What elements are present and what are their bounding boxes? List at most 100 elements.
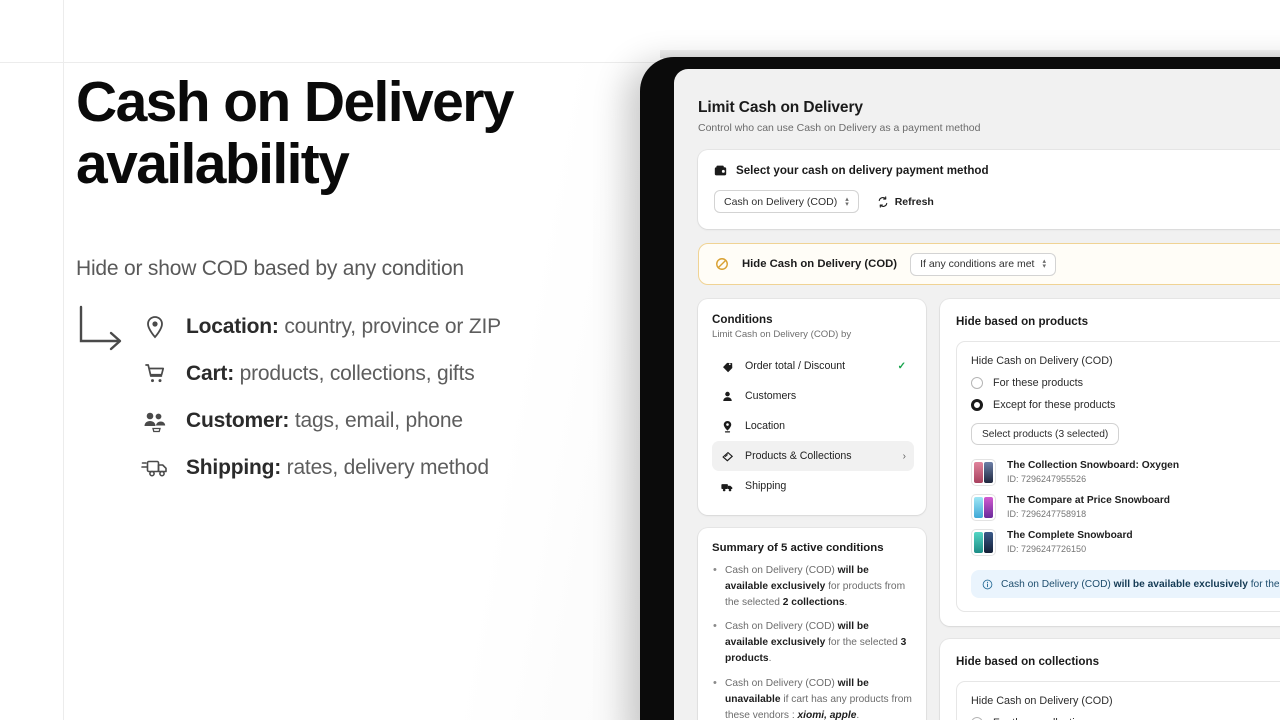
select-products-button[interactable]: Select products (3 selected) [971, 423, 1120, 445]
radio-label: For these products [993, 377, 1084, 389]
hero-subtitle: Hide or show COD based by any condition [76, 257, 464, 281]
marketing-panel: Cash on Delivery availability Hide or sh… [76, 70, 636, 491]
product-row: The Collection Snowboard: Oxygen ID: 729… [971, 455, 1280, 490]
collections-panel-header: Hide based on collections [956, 653, 1280, 669]
product-info: The Collection Snowboard: Oxygen ID: 729… [1007, 459, 1180, 484]
refresh-button[interactable]: Refresh [877, 196, 934, 208]
condition-label: Shipping [745, 480, 787, 492]
product-thumbnail [971, 459, 996, 486]
payment-method-card: Select your cash on delivery payment met… [698, 150, 1280, 229]
hide-cod-banner: Hide Cash on Delivery (COD) If any condi… [698, 243, 1280, 285]
feature-item-customer: Customer: tags, email, phone [140, 397, 636, 444]
screenshot-stage: Cash on Delivery availability Hide or sh… [0, 0, 1280, 720]
truck-icon [720, 480, 734, 493]
feature-label-cart: Cart: products, collections, gifts [186, 361, 475, 385]
summary-bullet: Cash on Delivery (COD) will be unavailab… [712, 675, 912, 720]
refresh-label: Refresh [894, 195, 934, 208]
condition-label: Order total / Discount [745, 360, 846, 372]
feature-list: Location: country, province or ZIP Cart:… [76, 303, 636, 491]
product-tag-icon [720, 450, 734, 463]
check-icon: ✓ [897, 360, 906, 372]
radio-except-these-products[interactable]: Except for these products [971, 399, 1280, 411]
feature-item-shipping: Shipping: rates, delivery method [140, 444, 636, 491]
product-row: The Complete Snowboard ID: 7296247726150 [971, 525, 1280, 560]
left-column: Conditions Limit Cash on Delivery (COD) … [698, 299, 926, 720]
main-columns: Conditions Limit Cash on Delivery (COD) … [698, 299, 1280, 720]
customers-group-icon [140, 409, 170, 433]
condition-item-products-collections[interactable]: Products & Collections › [712, 441, 914, 471]
summary-title: Summary of 5 active conditions [712, 542, 884, 554]
tablet-device-frame: Limit Cash on Delivery Control who can u… [640, 57, 1280, 720]
collections-options-box: Hide Cash on Delivery (COD) For these co… [956, 681, 1280, 720]
product-info: The Complete Snowboard ID: 7296247726150 [1007, 529, 1133, 554]
elbow-arrow-icon [79, 305, 122, 351]
summary-bullet: Cash on Delivery (COD) will be available… [712, 562, 912, 610]
feature-item-location: Location: country, province or ZIP [140, 303, 636, 350]
right-column: Hide based on products Hide Cash on Deli… [940, 299, 1280, 720]
condition-item-order-total[interactable]: Order total / Discount ✓ [712, 351, 914, 381]
guide-line-vertical [63, 0, 64, 720]
discount-tag-icon [720, 360, 734, 373]
hide-slash-icon [715, 257, 729, 271]
collections-panel-title: Hide based on collections [956, 654, 1100, 668]
condition-item-customers[interactable]: Customers [712, 381, 914, 411]
products-options-box: Hide Cash on Delivery (COD) For these pr… [956, 341, 1280, 612]
products-info-banner: Cash on Delivery (COD) will be available… [971, 570, 1280, 598]
condition-item-shipping[interactable]: Shipping [712, 471, 914, 501]
wallet-icon [714, 164, 727, 177]
hide-condition-select-value: If any conditions are met [920, 258, 1035, 270]
conditions-title: Conditions [712, 313, 773, 326]
hide-based-on-collections-card: Hide based on collections Hide Cash on D… [940, 639, 1280, 720]
feature-label-shipping: Shipping: rates, delivery method [186, 455, 489, 479]
conditions-list: Order total / Discount ✓ Customers Locat… [712, 351, 914, 501]
radio-for-these-products[interactable]: For these products [971, 377, 1280, 389]
product-row: The Compare at Price Snowboard ID: 72962… [971, 490, 1280, 525]
products-inner-label: Hide Cash on Delivery (COD) [971, 355, 1113, 367]
collections-inner-label: Hide Cash on Delivery (COD) [971, 695, 1113, 707]
feature-item-cart: Cart: products, collections, gifts [140, 350, 636, 397]
info-banner-text: Cash on Delivery (COD) will be available… [1001, 578, 1280, 590]
summary-bullet-list: Cash on Delivery (COD) will be available… [712, 562, 912, 720]
hide-condition-select[interactable]: If any conditions are met ▴ ▾ [910, 252, 1056, 276]
condition-item-location[interactable]: Location [712, 411, 914, 441]
tablet-screen: Limit Cash on Delivery Control who can u… [674, 69, 1280, 720]
map-pin-icon [720, 420, 734, 433]
conditions-subtitle: Limit Cash on Delivery (COD) by [712, 329, 852, 340]
condition-label: Products & Collections [745, 450, 852, 462]
refresh-icon [877, 195, 889, 208]
location-pin-icon [140, 315, 170, 339]
page-title: Cash on Delivery availability [76, 70, 515, 196]
app-subtitle: Control who can use Cash on Delivery as … [698, 122, 981, 134]
customer-person-icon [720, 390, 734, 403]
payment-method-select-value: Cash on Delivery (COD) [724, 195, 838, 208]
payment-method-select[interactable]: Cash on Delivery (COD) ▴ ▾ [714, 190, 859, 213]
radio-icon-on [971, 399, 983, 411]
selected-products-list: The Collection Snowboard: Oxygen ID: 729… [971, 455, 1280, 560]
app-header: Limit Cash on Delivery Control who can u… [698, 99, 1280, 134]
feature-label-customer: Customer: tags, email, phone [186, 408, 463, 432]
app-title: Limit Cash on Delivery [698, 99, 863, 116]
app-viewport: Limit Cash on Delivery Control who can u… [674, 69, 1280, 720]
delivery-truck-icon [140, 456, 170, 480]
product-thumbnail [971, 494, 996, 521]
condition-label: Location [745, 420, 786, 432]
condition-label: Customers [745, 390, 797, 402]
chevron-updown-icon: ▴ ▾ [845, 195, 849, 208]
summary-card: Summary of 5 active conditions Cash on D… [698, 528, 926, 720]
info-circle-icon [982, 579, 993, 590]
hide-cod-label: Hide Cash on Delivery (COD) [742, 258, 898, 270]
product-thumbnail [971, 529, 996, 556]
payment-method-heading-text: Select your cash on delivery payment met… [736, 164, 989, 177]
shopping-cart-icon [140, 362, 170, 386]
radio-label: Except for these products [993, 399, 1116, 411]
product-info: The Compare at Price Snowboard ID: 72962… [1007, 494, 1171, 519]
payment-method-row: Cash on Delivery (COD) ▴ ▾ Refresh [714, 190, 1280, 213]
chevron-updown-icon: ▴ ▾ [1042, 258, 1046, 270]
feature-label-location: Location: country, province or ZIP [186, 314, 501, 338]
payment-method-heading: Select your cash on delivery payment met… [714, 164, 1280, 177]
hide-based-on-products-card: Hide based on products Hide Cash on Deli… [940, 299, 1280, 626]
chevron-right-icon: › [902, 450, 906, 462]
radio-icon-off [971, 377, 983, 389]
summary-bullet: Cash on Delivery (COD) will be available… [712, 618, 912, 666]
products-panel-title: Hide based on products [956, 314, 1089, 328]
